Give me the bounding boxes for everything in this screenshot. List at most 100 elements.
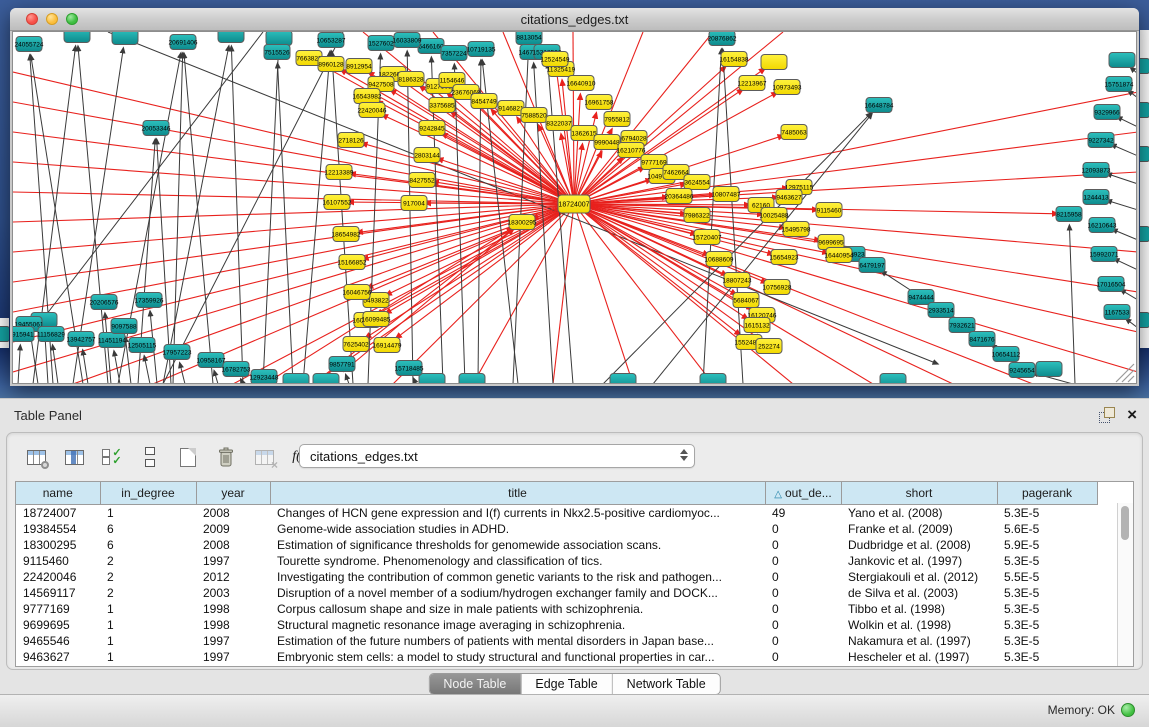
graph-node[interactable] [170,35,196,50]
graph-node[interactable] [419,374,445,385]
column-header-title[interactable]: title [270,482,765,505]
graph-node[interactable] [1088,133,1114,148]
graph-node[interactable] [969,332,995,347]
graph-node[interactable] [374,338,400,353]
graph-node[interactable] [223,362,249,377]
graph-node[interactable] [164,345,190,360]
graph-node[interactable] [343,337,369,352]
graph-node[interactable] [949,318,975,333]
graph-node[interactable] [414,148,440,163]
graph-node[interactable] [1083,163,1109,178]
graph-node[interactable] [700,374,726,385]
graph-node[interactable] [739,76,765,91]
graph-node[interactable] [684,208,710,223]
table-row[interactable]: 2242004622012Investigating the contribut… [16,569,1097,585]
graph-node[interactable] [706,252,732,267]
graph-node[interactable] [709,32,735,46]
graph-hub-node[interactable] [558,195,590,213]
graph-node[interactable] [542,52,568,67]
graph-node[interactable] [866,98,892,113]
row-height-button[interactable] [135,444,165,470]
graph-node[interactable] [586,95,612,110]
graph-node[interactable] [38,327,64,342]
graph-node[interactable] [401,196,427,211]
graph-node[interactable] [329,357,355,372]
graph-node[interactable] [318,57,344,72]
graph-node[interactable] [498,101,524,116]
graph-node[interactable] [359,103,385,118]
graph-node[interactable] [509,215,535,230]
tab-edge-table[interactable]: Edge Table [521,674,612,694]
table-row[interactable]: 946554611997Estimation of the future num… [16,633,1097,649]
tab-network-table[interactable]: Network Table [613,674,720,694]
graph-node[interactable] [568,76,594,91]
graph-node[interactable] [1098,277,1124,292]
graph-node[interactable] [516,32,542,45]
graph-node[interactable] [354,89,380,104]
graph-node[interactable] [546,116,572,131]
tab-node-table[interactable]: Node Table [429,674,521,694]
graph-node[interactable] [143,121,169,136]
citation-network-graph[interactable]: 2405572420691406106532871527602646616010… [13,32,1137,384]
graph-node[interactable] [880,374,906,385]
graph-node[interactable] [346,59,372,74]
graph-node[interactable] [394,33,420,48]
graph-node[interactable] [396,361,422,376]
graph-node[interactable] [928,303,954,318]
network-table-select[interactable]: citations_edges.txt [299,444,695,468]
graph-node[interactable] [1083,190,1109,205]
graph-node[interactable] [756,339,782,354]
graph-node[interactable] [684,175,710,190]
graph-node[interactable] [409,173,435,188]
graph-node[interactable] [1056,207,1082,222]
table-row[interactable]: 946362711997Embryonic stem cells: a mode… [16,649,1097,665]
graph-node[interactable] [1094,105,1120,120]
graph-node[interactable] [363,312,389,327]
graph-node[interactable] [318,33,344,48]
column-header-name[interactable]: name [16,482,100,505]
memory-status[interactable]: Memory: OK [1048,703,1135,717]
table-row[interactable]: 969969511998Structural magnetic resonanc… [16,617,1097,633]
table-row[interactable]: 977716911998Corpus callosum shape and si… [16,601,1097,617]
graph-node[interactable] [724,273,750,288]
graph-node[interactable] [1036,362,1062,377]
column-header-year[interactable]: year [196,482,270,505]
network-window-titlebar[interactable]: citations_edges.txt [10,8,1139,31]
graph-node[interactable] [368,36,394,51]
graph-node[interactable] [471,94,497,109]
graph-node[interactable] [1009,363,1035,378]
graph-node[interactable] [1091,247,1117,262]
graph-node[interactable] [761,208,787,223]
graph-node[interactable] [610,374,636,385]
graph-node[interactable] [218,32,244,43]
graph-node[interactable] [761,55,787,70]
graph-node[interactable] [13,327,34,342]
graph-node[interactable] [326,165,352,180]
graph-node[interactable] [459,374,485,385]
graph-node[interactable] [64,32,90,43]
graph-node[interactable] [333,227,359,242]
column-header-short[interactable]: short [841,482,997,505]
graph-node[interactable] [781,125,807,140]
graph-node[interactable] [68,332,94,347]
close-panel-icon[interactable]: × [1127,407,1137,423]
graph-node[interactable] [266,32,292,46]
graph-node[interactable] [783,222,809,237]
graph-node[interactable] [324,195,350,210]
graph-node[interactable] [816,203,842,218]
scrollbar-thumb[interactable] [1121,506,1129,540]
column-header-pagerank[interactable]: pagerank [997,482,1097,505]
graph-node[interactable] [733,293,759,308]
graph-node[interactable] [91,295,117,310]
table-settings-button[interactable] [21,444,51,470]
graph-node[interactable] [1109,53,1135,68]
graph-node[interactable] [774,80,800,95]
graph-node[interactable] [429,98,455,113]
delete-column-button[interactable] [211,444,241,470]
graph-node[interactable] [313,374,339,385]
table-row[interactable]: 911546021997Tourette syndrome. Phenomeno… [16,553,1097,569]
graph-node[interactable] [1104,305,1130,320]
graph-node[interactable] [666,189,692,204]
delete-table-button-disabled[interactable]: × [249,444,279,470]
table-row[interactable]: 1456911722003Disruption of a novel membe… [16,585,1097,601]
